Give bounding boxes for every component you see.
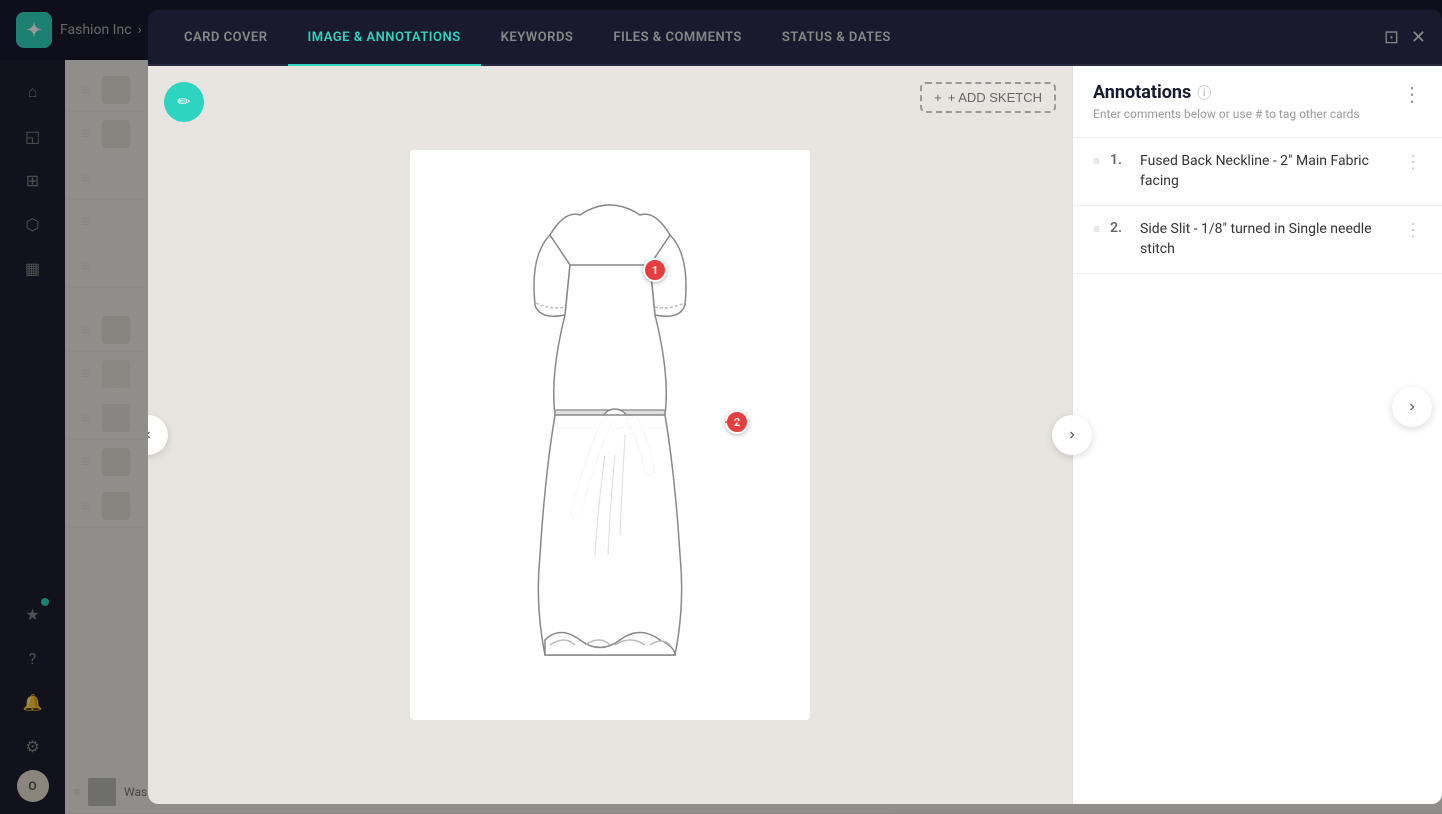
- tab-card-cover[interactable]: CARD COVER: [164, 10, 288, 66]
- annotations-subtitle: Enter comments below or use # to tag oth…: [1093, 107, 1360, 121]
- annotation-options-2[interactable]: ⋮: [1404, 220, 1422, 241]
- annotations-panel: Annotations ⓘ Enter comments below or us…: [1072, 66, 1442, 804]
- add-sketch-button[interactable]: + + ADD SKETCH: [920, 82, 1056, 113]
- add-sketch-label: + ADD SKETCH: [948, 90, 1042, 105]
- annotation-item-2: ≡ 2. Side Slit - 1/8" turned in Single n…: [1073, 206, 1442, 274]
- edit-icon: ✏: [177, 92, 190, 112]
- modal-body: ✏ + + ADD SKETCH ‹ ›: [148, 66, 1442, 804]
- annotation-text-1: Fused Back Neckline - 2" Main Fabric fac…: [1140, 152, 1394, 191]
- expand-modal-button[interactable]: ⊡: [1384, 27, 1399, 48]
- next-image-button[interactable]: ›: [1052, 415, 1092, 455]
- modal-tabs: CARD COVER IMAGE & ANNOTATIONS KEYWORDS …: [148, 10, 1442, 66]
- tab-status-dates[interactable]: STATUS & DATES: [762, 10, 911, 66]
- info-icon[interactable]: ⓘ: [1197, 83, 1211, 103]
- dress-svg: [450, 175, 770, 695]
- tab-keywords[interactable]: KEYWORDS: [481, 10, 594, 66]
- modal-tab-actions: ⊡ ✕: [1384, 27, 1426, 48]
- tab-files-comments[interactable]: FILES & COMMENTS: [593, 10, 761, 66]
- dress-illustration: 1 2: [410, 150, 810, 720]
- image-area: ✏ + + ADD SKETCH ‹ ›: [148, 66, 1072, 804]
- annotation-dot-1[interactable]: 1: [643, 258, 667, 282]
- modal-dialog: CARD COVER IMAGE & ANNOTATIONS KEYWORDS …: [148, 10, 1442, 804]
- annotation-options-1[interactable]: ⋮: [1404, 152, 1422, 173]
- close-modal-button[interactable]: ✕: [1411, 27, 1426, 48]
- prev-image-button[interactable]: ‹: [148, 415, 168, 455]
- tab-image-annotations[interactable]: IMAGE & ANNOTATIONS: [288, 10, 481, 66]
- annotation-dot-2[interactable]: 2: [725, 410, 749, 434]
- annotation-item-1: ≡ 1. Fused Back Neckline - 2" Main Fabri…: [1073, 138, 1442, 206]
- annotation-number-2: 2.: [1110, 220, 1130, 236]
- edit-image-button[interactable]: ✏: [164, 82, 204, 122]
- drag-handle-2[interactable]: ≡: [1093, 222, 1100, 236]
- plus-icon: +: [934, 90, 942, 105]
- next-card-button[interactable]: ›: [1392, 387, 1432, 427]
- annotation-number-1: 1.: [1110, 152, 1130, 168]
- annotation-text-2: Side Slit - 1/8" turned in Single needle…: [1140, 220, 1394, 259]
- annotations-menu-button[interactable]: ⋮: [1402, 82, 1422, 106]
- drag-handle-1[interactable]: ≡: [1093, 154, 1100, 168]
- annotations-title: Annotations ⓘ: [1093, 82, 1360, 103]
- annotations-header: Annotations ⓘ Enter comments below or us…: [1073, 66, 1442, 138]
